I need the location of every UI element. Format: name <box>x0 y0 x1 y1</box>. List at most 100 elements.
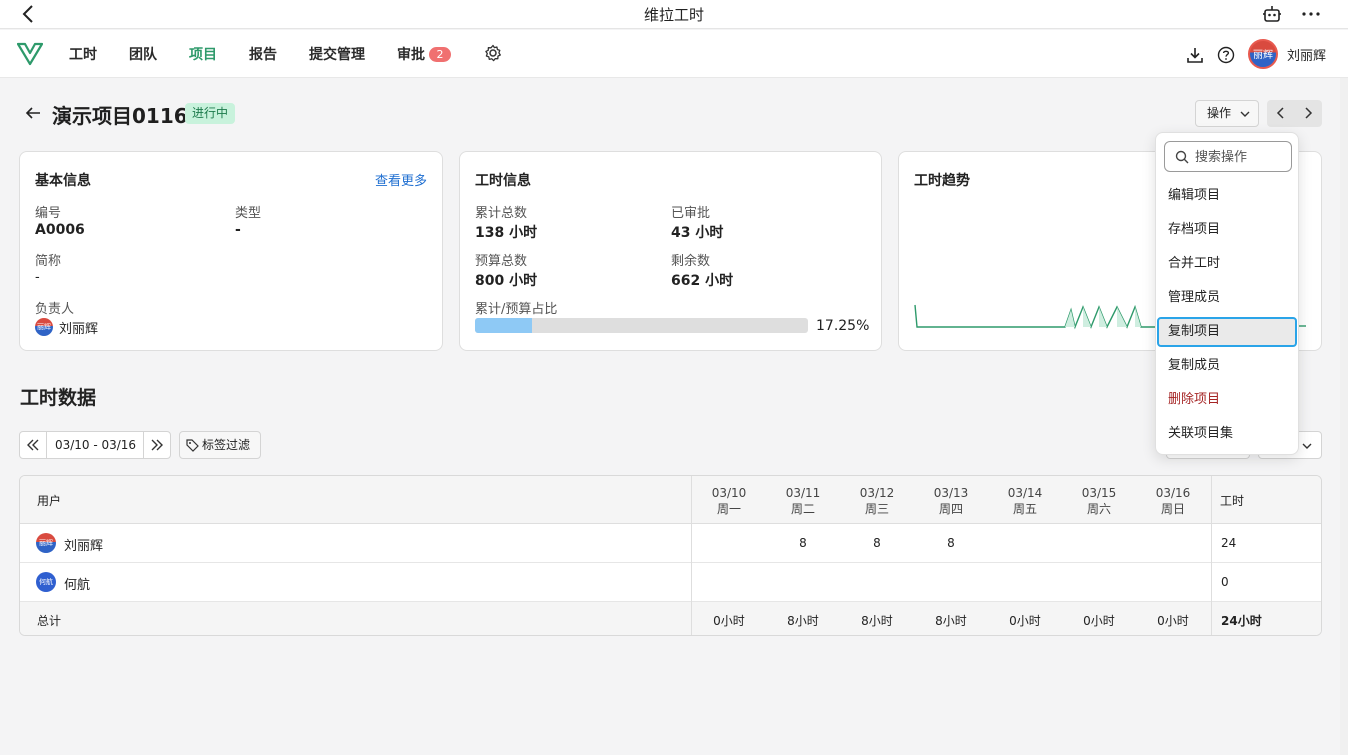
nav-item-reports[interactable]: 报告 <box>249 44 277 64</box>
row-user-name: 刘丽辉 <box>64 539 104 554</box>
row-user-avatar: 丽辉 <box>36 533 56 553</box>
approved-value: 43 小时 <box>671 225 724 241</box>
owner-avatar: 丽辉 <box>35 318 53 336</box>
day-header: 03/11 周二 <box>785 486 821 516</box>
table-row[interactable]: 丽辉 刘丽辉 8 8 8 24 <box>20 524 1321 563</box>
table-row[interactable]: 何航 何航 0 <box>20 563 1321 602</box>
download-icon[interactable] <box>1186 46 1204 64</box>
budget-value: 800 小时 <box>475 273 538 289</box>
help-icon[interactable] <box>1217 46 1235 64</box>
window-title: 维拉工时 <box>643 6 704 24</box>
footer-label: 总计 <box>37 614 62 628</box>
menu-item-link-project-set[interactable]: 关联项目集 <box>1157 419 1297 449</box>
hours-cell[interactable]: 8 <box>914 536 988 550</box>
date-range-control: 03/10 - 03/16 <box>19 431 171 459</box>
owner-label: 负责人 <box>35 302 75 317</box>
budget-progress-bar <box>475 318 808 333</box>
double-chevron-left-icon <box>27 439 39 451</box>
more-icon[interactable] <box>1299 3 1323 25</box>
gear-icon[interactable] <box>484 44 502 62</box>
timesheet-table: 用户 03/10 周一 03/11 周二 03/12 周三 03/13 周四 03/14… <box>19 475 1322 636</box>
tag-filter-button[interactable]: 标签过滤 <box>179 431 261 459</box>
hours-trend-title: 工时趋势 <box>914 173 970 189</box>
day-header: 03/16 周日 <box>1155 486 1191 516</box>
budget-progress-fill <box>475 318 533 333</box>
day-header: 03/15 周六 <box>1081 486 1117 516</box>
hours-info-card: 工时信息 累计总数 138 小时 已审批 43 小时 预算总数 800 小时 剩… <box>459 151 882 351</box>
nav-item-approval-label: 审批 <box>397 47 425 63</box>
operations-menu: 编辑项目 存档项目 合并工时 管理成员 复制项目 复制成员 删除项目 关联项目集 <box>1155 132 1299 455</box>
menu-search-box[interactable] <box>1164 141 1292 172</box>
row-user-avatar: 何航 <box>36 572 56 592</box>
nav-item-submissions[interactable]: 提交管理 <box>309 44 365 64</box>
budget-label: 预算总数 <box>475 254 528 269</box>
total-hours-value: 138 小时 <box>475 225 538 241</box>
user-name[interactable]: 刘丽辉 <box>1287 45 1326 64</box>
project-pager <box>1267 100 1322 127</box>
footer-grand-total: 24小时 <box>1221 614 1262 628</box>
next-week-button[interactable] <box>143 432 170 458</box>
footer-day-total: 0小时 <box>1009 614 1041 628</box>
approved-label: 已审批 <box>671 206 711 221</box>
footer-day-total: 8小时 <box>861 614 893 628</box>
menu-item-merge-hours[interactable]: 合并工时 <box>1157 249 1297 279</box>
nav-item-timesheet[interactable]: 工时 <box>69 44 97 64</box>
day-header: 03/10 周一 <box>711 486 747 516</box>
hours-info-title: 工时信息 <box>475 173 531 189</box>
menu-search-input[interactable] <box>1195 147 1287 167</box>
day-header: 03/14 周五 <box>1007 486 1043 516</box>
previous-project-icon[interactable] <box>1275 107 1287 119</box>
table-header: 用户 03/10 周一 03/11 周二 03/12 周三 03/13 周四 03/14… <box>20 476 1321 524</box>
footer-day-total: 0小时 <box>1157 614 1189 628</box>
user-avatar[interactable]: 丽辉 <box>1248 39 1278 69</box>
hours-cell[interactable]: 8 <box>766 536 840 550</box>
basic-info-card: 基本信息 查看更多 编号 A0006 类型 - 简称 - 负责人 丽辉 刘丽辉 <box>19 151 443 351</box>
row-user-name: 何航 <box>64 578 91 593</box>
title-bar: 维拉工时 <box>0 0 1348 29</box>
chevron-down-icon <box>1240 111 1250 117</box>
remaining-label: 剩余数 <box>671 254 711 269</box>
table-footer-row: 总计 0小时 8小时 8小时 8小时 0小时 0小时 0小时 24小时 <box>20 602 1321 635</box>
hours-cell[interactable]: 8 <box>840 536 914 550</box>
nav-item-team[interactable]: 团队 <box>129 44 157 64</box>
operations-button[interactable]: 操作 <box>1195 100 1259 127</box>
code-label: 编号 <box>35 206 62 221</box>
menu-item-archive-project[interactable]: 存档项目 <box>1157 215 1297 245</box>
page-scrollbar[interactable] <box>1340 78 1348 755</box>
previous-week-button[interactable] <box>20 432 47 458</box>
menu-item-manage-members[interactable]: 管理成员 <box>1157 283 1297 313</box>
footer-day-total: 8小时 <box>787 614 819 628</box>
approval-count-badge: 2 <box>429 47 451 62</box>
remaining-value: 662 小时 <box>671 273 734 289</box>
nav-item-approval[interactable]: 审批 2 <box>397 44 451 64</box>
date-range-label[interactable]: 03/10 - 03/16 <box>48 438 143 452</box>
total-column-header: 工时 <box>1220 494 1245 508</box>
search-icon <box>1175 150 1189 164</box>
app-logo-icon[interactable] <box>17 40 43 66</box>
operations-button-label: 操作 <box>1207 106 1232 120</box>
menu-item-delete-project[interactable]: 删除项目 <box>1157 385 1297 415</box>
column-divider <box>691 476 692 635</box>
code-value: A0006 <box>35 222 85 238</box>
double-chevron-right-icon <box>151 439 163 451</box>
next-project-icon[interactable] <box>1302 107 1314 119</box>
tag-filter-label: 标签过滤 <box>202 438 251 452</box>
footer-day-total: 0小时 <box>1083 614 1115 628</box>
chevron-down-icon <box>1302 443 1312 449</box>
type-value: - <box>235 222 241 238</box>
timesheet-section-title: 工时数据 <box>20 387 97 409</box>
tag-icon <box>186 439 199 452</box>
menu-item-copy-members[interactable]: 复制成员 <box>1157 351 1297 381</box>
row-total: 24 <box>1221 536 1237 550</box>
day-header: 03/13 周四 <box>933 486 969 516</box>
view-more-link[interactable]: 查看更多 <box>375 170 427 189</box>
nav-item-projects[interactable]: 项目 <box>189 44 217 64</box>
back-arrow-icon[interactable] <box>24 104 42 122</box>
footer-day-total: 8小时 <box>935 614 967 628</box>
total-hours-label: 累计总数 <box>475 206 528 221</box>
footer-day-total: 0小时 <box>713 614 745 628</box>
type-label: 类型 <box>235 206 262 221</box>
robot-icon[interactable] <box>1261 3 1283 25</box>
menu-item-edit-project[interactable]: 编辑项目 <box>1157 181 1297 211</box>
menu-item-copy-project[interactable]: 复制项目 <box>1157 317 1297 347</box>
